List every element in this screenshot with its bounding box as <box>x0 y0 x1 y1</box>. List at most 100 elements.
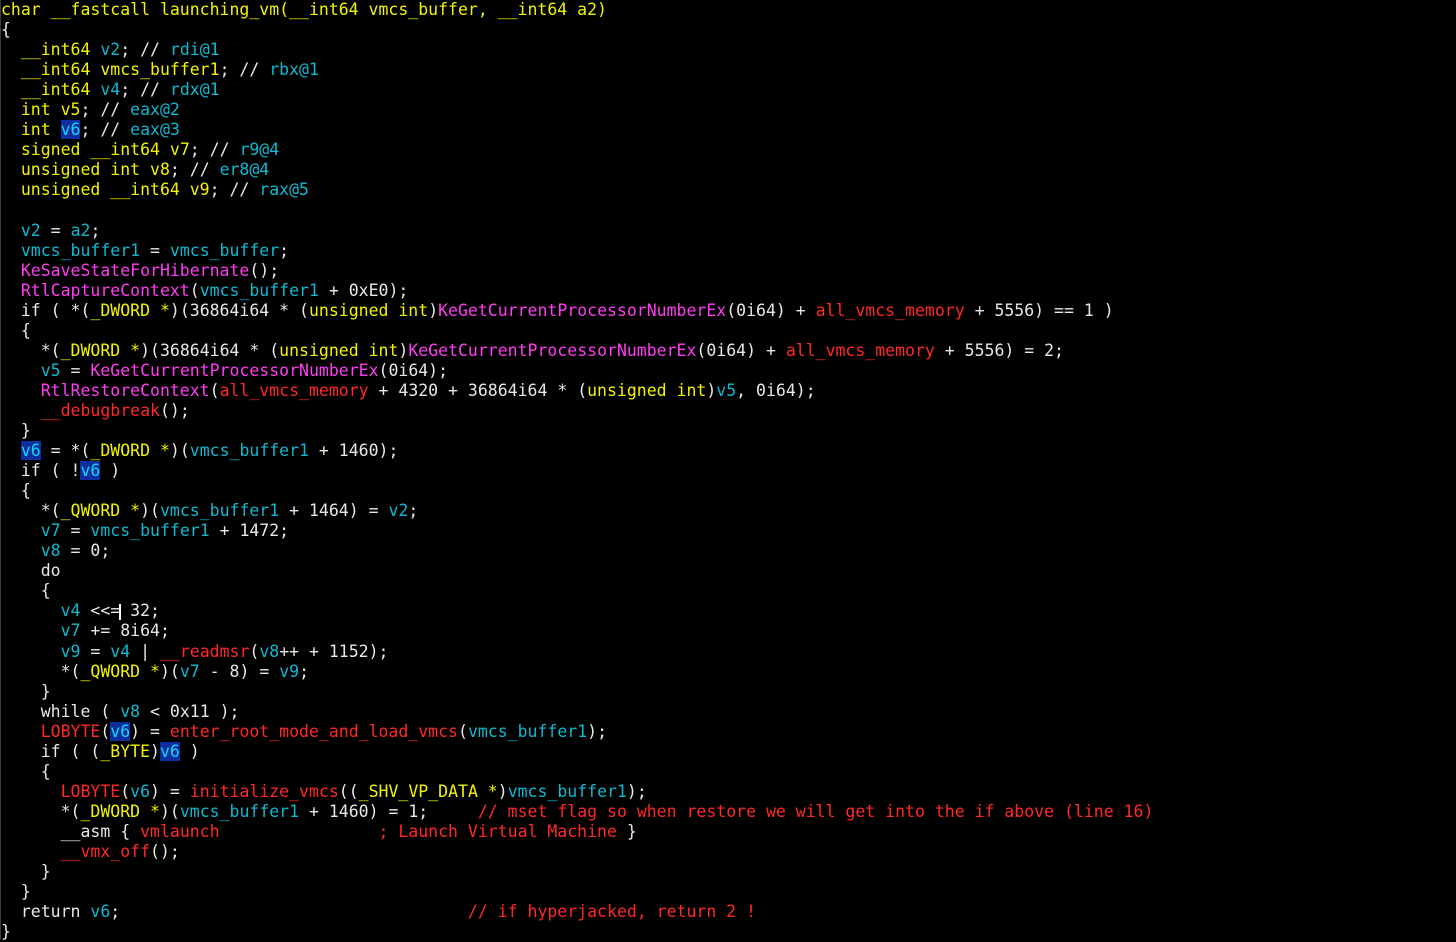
code-token[interactable]: ( <box>458 722 468 741</box>
code-token[interactable]: *( <box>1 802 81 821</box>
code-token[interactable]: ; // <box>210 180 260 199</box>
code-token[interactable]: _DWORD * <box>80 802 159 821</box>
code-line[interactable]: { <box>0 581 1456 601</box>
code-token[interactable]: + 0xE0); <box>319 281 408 300</box>
code-line[interactable]: if ( *(_DWORD *)(36864i64 * (unsigned in… <box>0 301 1456 321</box>
code-line[interactable]: if ( !v6 ) <box>0 461 1456 481</box>
code-token[interactable]: { <box>1 762 51 781</box>
code-line[interactable]: { <box>0 481 1456 501</box>
code-token[interactable]: unsigned int <box>1 160 150 179</box>
code-token[interactable]: - 8) = <box>200 662 279 681</box>
code-token[interactable]: ; <box>110 902 468 921</box>
code-token[interactable]: unsigned int <box>279 341 398 360</box>
code-token[interactable]: ( <box>210 381 220 400</box>
code-token[interactable]: a2 <box>71 221 91 240</box>
code-token[interactable]: vmcs_buffer <box>170 241 279 260</box>
code-line[interactable]: v7 += 8i64; <box>0 621 1456 641</box>
code-line[interactable]: v2 = a2; <box>0 221 1456 241</box>
code-token[interactable]: } <box>1 882 31 901</box>
code-token[interactable]: __int64 <box>1 80 100 99</box>
code-token[interactable]: rax@5 <box>259 180 309 199</box>
code-token[interactable]: += 8i64; <box>80 621 169 640</box>
code-token[interactable]: ; // <box>120 80 170 99</box>
code-token[interactable]: ; <box>90 221 100 240</box>
code-token[interactable]: { <box>1 481 31 500</box>
code-token[interactable]: int <box>1 100 61 119</box>
code-token[interactable]: vmcs_buffer1 <box>468 722 587 741</box>
code-token[interactable]: ) <box>180 742 200 761</box>
code-token[interactable]: KeGetCurrentProcessorNumberEx <box>408 341 696 360</box>
code-token[interactable]: )( <box>140 501 160 520</box>
code-token[interactable]: )(36864i64 * ( <box>170 301 309 320</box>
code-token[interactable]: vmcs_buffer1 <box>90 521 209 540</box>
code-token[interactable]: (); <box>150 842 180 861</box>
code-token[interactable]: ; // <box>120 40 170 59</box>
code-line[interactable]: } <box>0 421 1456 441</box>
code-token[interactable]: vmlaunch ; Launch Virtual Machine <box>140 822 617 841</box>
code-token[interactable]: ; // <box>80 100 130 119</box>
code-line[interactable]: v8 = 0; <box>0 541 1456 561</box>
code-token[interactable]: v4 <box>110 642 130 661</box>
code-line[interactable]: } <box>0 862 1456 882</box>
code-token[interactable]: + 1464) = <box>279 501 388 520</box>
code-token[interactable]: < 0x11 ); <box>140 702 239 721</box>
code-token[interactable]: (( <box>339 782 359 801</box>
code-line[interactable]: { <box>0 20 1456 40</box>
code-token[interactable]: ; <box>299 662 309 681</box>
code-token[interactable]: initialize_vmcs <box>190 782 339 801</box>
code-line[interactable]: } <box>0 922 1456 942</box>
code-token[interactable]: vmcs_buffer1 <box>200 281 319 300</box>
code-token[interactable]: } <box>617 822 637 841</box>
code-token[interactable]: _SHV_VP_DATA * <box>359 782 498 801</box>
highlighted-identifier[interactable]: v6 <box>60 120 81 140</box>
code-token[interactable]: LOBYTE <box>1 722 101 741</box>
code-token[interactable]: v8 <box>1 541 61 560</box>
code-line[interactable]: } <box>0 682 1456 702</box>
code-token[interactable]: ) <box>706 381 716 400</box>
code-token[interactable]: v8 <box>150 160 170 179</box>
code-token[interactable]: (0i64); <box>379 361 449 380</box>
code-token[interactable]: rdi@1 <box>170 40 220 59</box>
code-token[interactable]: ( <box>100 722 110 741</box>
code-token[interactable]: v4 <box>1 601 81 620</box>
code-token[interactable]: ); <box>587 722 607 741</box>
code-token[interactable]: if ( ( <box>1 742 101 761</box>
code-token[interactable]: ++ + 1152); <box>279 642 388 661</box>
code-line[interactable] <box>0 200 1456 220</box>
code-line[interactable]: vmcs_buffer1 = vmcs_buffer; <box>0 241 1456 261</box>
code-token[interactable]: unsigned __int64 <box>1 180 190 199</box>
code-token[interactable]: ) = <box>150 782 190 801</box>
code-line[interactable]: *(_DWORD *)(vmcs_buffer1 + 1460) = 1; //… <box>0 802 1456 822</box>
code-token[interactable]: v7 <box>1 621 81 640</box>
code-token[interactable]: ; // <box>170 160 220 179</box>
code-token[interactable]: r9@4 <box>239 140 279 159</box>
code-token[interactable]: { <box>1 581 51 600</box>
code-token[interactable]: _BYTE <box>100 742 150 761</box>
code-token[interactable]: v4 <box>100 80 120 99</box>
code-token[interactable]: unsigned int <box>587 381 706 400</box>
code-token[interactable]: v5 <box>61 100 81 119</box>
code-token[interactable]: __int64 <box>1 40 100 59</box>
code-token[interactable]: ) <box>100 461 120 480</box>
code-token[interactable]: if ( *( <box>1 301 91 320</box>
code-token[interactable]: char __fastcall launching_vm(__int64 vmc… <box>1 0 607 19</box>
code-line[interactable]: signed __int64 v7; // r9@4 <box>0 140 1456 160</box>
code-token[interactable]: } <box>1 862 51 881</box>
code-line[interactable]: } <box>0 882 1456 902</box>
code-token[interactable]: all_vmcs_memory <box>816 301 965 320</box>
code-token[interactable]: eax@2 <box>130 100 180 119</box>
code-line[interactable]: LOBYTE(v6) = initialize_vmcs((_SHV_VP_DA… <box>0 782 1456 802</box>
code-token[interactable]: v5 <box>1 361 61 380</box>
code-line[interactable]: KeSaveStateForHibernate(); <box>0 261 1456 281</box>
code-token[interactable]: | <box>130 642 160 661</box>
code-line[interactable]: v4 <<= 32; <box>0 601 1456 621</box>
code-token[interactable]: // if hyperjacked, return 2 ! <box>468 902 756 921</box>
code-token[interactable]: ) <box>428 301 438 320</box>
code-token[interactable]: KeGetCurrentProcessorNumberEx <box>438 301 726 320</box>
code-token[interactable]: v9 <box>190 180 210 199</box>
code-token[interactable]: )( <box>170 441 190 460</box>
code-line[interactable]: __int64 vmcs_buffer1; // rbx@1 <box>0 60 1456 80</box>
code-line[interactable]: while ( v8 < 0x11 ); <box>0 702 1456 722</box>
code-token[interactable]: ; <box>279 241 289 260</box>
code-token[interactable]: (0i64) + <box>696 341 785 360</box>
